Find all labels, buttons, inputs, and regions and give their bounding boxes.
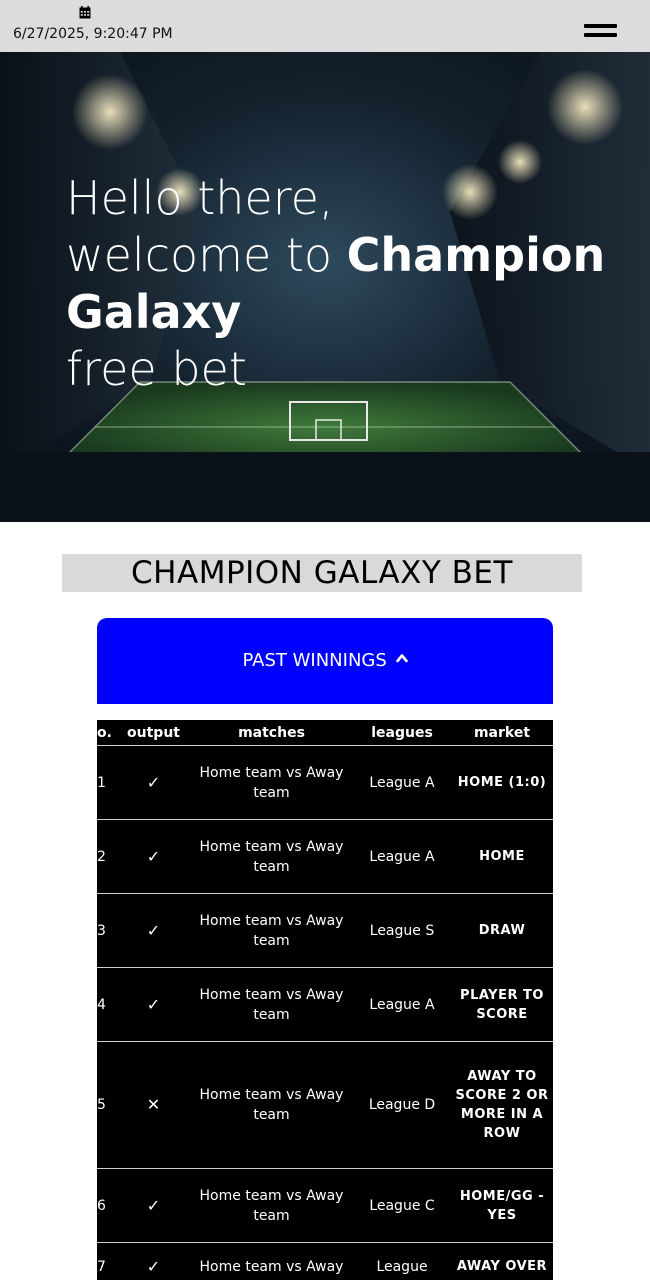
row-market: PLAYER TO SCORE <box>451 967 553 1042</box>
row-number: 5 <box>97 1041 117 1169</box>
chevron-up-icon <box>395 654 408 663</box>
row-number: 2 <box>97 819 117 894</box>
row-match: Home team vs Away <box>190 1242 353 1280</box>
table-row: 3 ✓ Home team vs Away team League S DRAW <box>97 893 553 968</box>
row-match: Home team vs Away team <box>190 745 353 820</box>
current-datetime: 6/27/2025, 9:20:47 PM <box>13 26 173 42</box>
table-row: 6 ✓ Home team vs Away team League C HOME… <box>97 1168 553 1243</box>
header-number: o. <box>97 720 117 746</box>
past-winnings-label: PAST WINNINGS <box>242 650 387 671</box>
row-market: AWAY TO SCORE 2 OR MORE IN A ROW <box>451 1041 553 1169</box>
row-market: HOME/GG - YES <box>451 1168 553 1243</box>
row-match: Home team vs Away team <box>190 967 353 1042</box>
table-row: 1 ✓ Home team vs Away team League A HOME… <box>97 745 553 820</box>
row-league: League A <box>353 967 451 1042</box>
row-number: 1 <box>97 745 117 820</box>
row-match: Home team vs Away team <box>190 1168 353 1243</box>
hero-welcome-text: Hello there, welcome to Champion Galaxy … <box>66 170 605 398</box>
hero-brand-galaxy-line: Galaxy <box>66 284 605 341</box>
calendar-icon <box>79 6 91 19</box>
section-title: CHAMPION GALAXY BET <box>131 555 513 591</box>
hero-brand-champion: Champion <box>346 228 606 282</box>
result-check-icon: ✓ <box>117 819 190 894</box>
hero-greeting: Hello there, <box>66 171 334 225</box>
row-market: DRAW <box>451 893 553 968</box>
header-market: market <box>451 720 553 746</box>
hamburger-menu-icon[interactable] <box>584 22 617 40</box>
row-market: HOME <box>451 819 553 894</box>
row-league: League A <box>353 745 451 820</box>
result-check-icon: ✓ <box>117 1242 190 1280</box>
result-check-icon: ✓ <box>117 967 190 1042</box>
result-cross-icon: ✕ <box>117 1041 190 1169</box>
past-winnings-label-wrap: PAST WINNINGS <box>97 650 553 671</box>
row-league: League <box>353 1242 451 1280</box>
row-number: 6 <box>97 1168 117 1243</box>
row-number: 7 <box>97 1242 117 1280</box>
header-matches: matches <box>190 720 353 746</box>
result-check-icon: ✓ <box>117 893 190 968</box>
row-number: 4 <box>97 967 117 1042</box>
hero-free-bet: free bet <box>66 342 247 396</box>
table-row: 5 ✕ Home team vs Away team League D AWAY… <box>97 1041 553 1169</box>
row-league: League D <box>353 1041 451 1169</box>
past-winnings-button[interactable]: PAST WINNINGS <box>97 618 553 704</box>
result-check-icon: ✓ <box>117 1168 190 1243</box>
header-leagues: leagues <box>353 720 451 746</box>
result-check-icon: ✓ <box>117 745 190 820</box>
row-match: Home team vs Away team <box>190 819 353 894</box>
top-bar: 6/27/2025, 9:20:47 PM <box>0 0 650 52</box>
row-market: HOME (1:0) <box>451 745 553 820</box>
row-league: League S <box>353 893 451 968</box>
section-title-band: CHAMPION GALAXY BET <box>62 554 582 592</box>
table-row: 4 ✓ Home team vs Away team League A PLAY… <box>97 967 553 1042</box>
past-winnings-table: o. output matches leagues market 1 ✓ Hom… <box>97 720 553 1280</box>
table-row: 2 ✓ Home team vs Away team League A HOME <box>97 819 553 894</box>
row-league: League A <box>353 819 451 894</box>
row-number: 3 <box>97 893 117 968</box>
hero-brand-galaxy: Galaxy <box>66 285 242 339</box>
row-match: Home team vs Away team <box>190 893 353 968</box>
hero-welcome-line: welcome to Champion <box>66 227 605 284</box>
table-row: 7 ✓ Home team vs Away League AWAY OVER <box>97 1242 553 1280</box>
row-match: Home team vs Away team <box>190 1041 353 1169</box>
table-header-row: o. output matches leagues market <box>97 720 553 746</box>
row-league: League C <box>353 1168 451 1243</box>
hero-banner: Hello there, welcome to Champion Galaxy … <box>0 52 650 522</box>
row-market: AWAY OVER <box>451 1242 553 1280</box>
hero-welcome-prefix: welcome to <box>66 228 347 282</box>
header-output: output <box>117 720 190 746</box>
